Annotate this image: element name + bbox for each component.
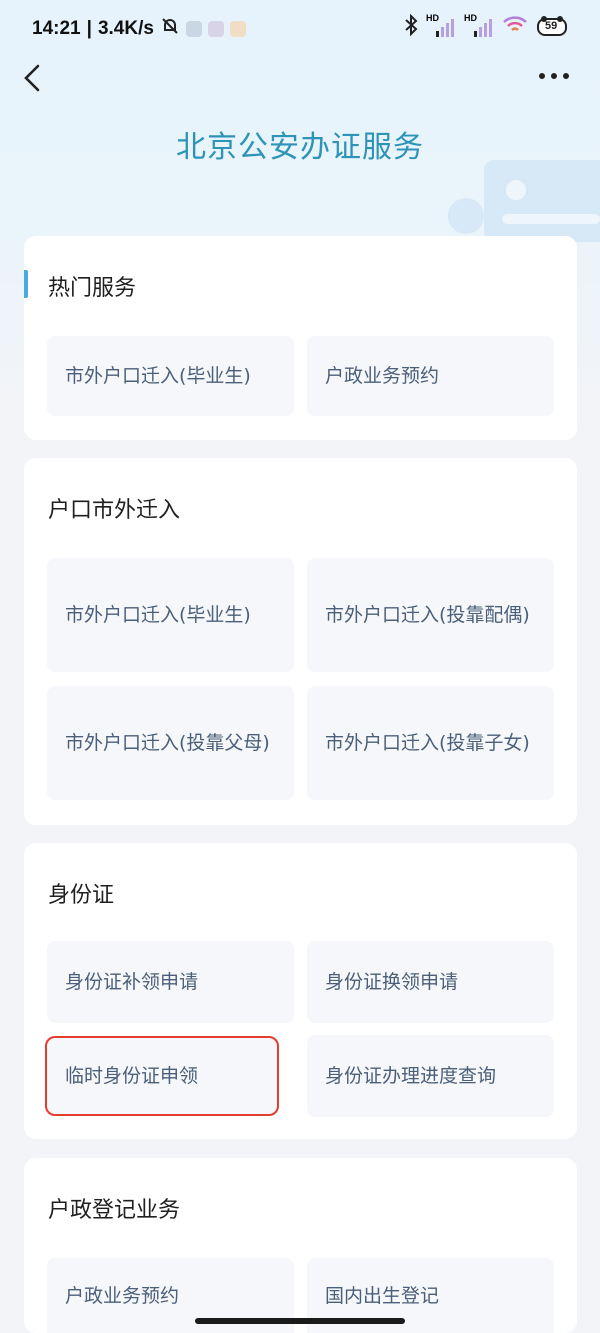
service-tile[interactable]: 户政业务预约 xyxy=(307,336,554,416)
nav-bar xyxy=(0,56,600,100)
signal-icon: HD xyxy=(464,13,494,39)
decor-card-illustration xyxy=(484,160,600,242)
status-divider: | xyxy=(86,18,92,39)
more-button[interactable] xyxy=(536,66,572,86)
hd-label: HD xyxy=(426,13,439,23)
service-tile[interactable]: 身份证换领申请 xyxy=(307,941,554,1023)
home-indicator[interactable] xyxy=(195,1318,405,1324)
decor-bar xyxy=(502,214,600,224)
service-tile[interactable]: 市外户口迁入(投靠配偶) xyxy=(307,558,554,672)
service-tile[interactable]: 身份证补领申请 xyxy=(47,941,294,1023)
wifi-icon xyxy=(502,14,528,40)
app-notification-icon xyxy=(229,21,246,37)
app-notification-icon xyxy=(185,21,202,37)
section-title: 身份证 xyxy=(48,883,115,908)
signal-icon: HD xyxy=(426,13,456,39)
decor-circle xyxy=(448,198,484,234)
card-hot-services: 热门服务 市外户口迁入(毕业生) 户政业务预约 xyxy=(24,236,577,440)
service-tile[interactable]: 市外户口迁入(毕业生) xyxy=(47,336,294,416)
card-id-card: 身份证 身份证补领申请 身份证换领申请 临时身份证申领 身份证办理进度查询 xyxy=(24,843,577,1139)
page-title: 北京公安办证服务 xyxy=(176,130,424,165)
section-title: 热门服务 xyxy=(48,276,137,301)
status-time: 14:21 xyxy=(32,18,81,39)
bluetooth-icon xyxy=(404,13,418,40)
hd-label: HD xyxy=(464,13,477,23)
card-household-registration: 户政登记业务 户政业务预约 国内出生登记 xyxy=(24,1158,577,1333)
service-tile[interactable]: 市外户口迁入(毕业生) xyxy=(47,558,294,672)
service-tile[interactable]: 市外户口迁入(投靠父母) xyxy=(47,686,294,800)
app-notification-icon xyxy=(207,21,224,37)
section-accent-bar xyxy=(24,270,28,298)
section-title: 户口市外迁入 xyxy=(48,498,181,523)
status-left: 14:21 | 3.4K/s xyxy=(32,16,246,42)
status-right: HD HD 59 xyxy=(404,13,570,40)
back-button[interactable] xyxy=(18,62,50,94)
decor-dot xyxy=(506,180,526,200)
network-speed: 3.4K/s xyxy=(97,18,154,39)
card-hukou: 户口市外迁入 市外户口迁入(毕业生) 市外户口迁入(投靠配偶) 市外户口迁入(投… xyxy=(24,458,577,825)
service-tile-highlighted[interactable]: 临时身份证申领 xyxy=(45,1036,279,1116)
service-tile[interactable]: 市外户口迁入(投靠子女) xyxy=(307,686,554,800)
back-arrow-icon xyxy=(24,64,40,92)
battery-level: 59 xyxy=(545,20,558,32)
service-tile[interactable]: 身份证办理进度查询 xyxy=(307,1035,554,1117)
section-title: 户政登记业务 xyxy=(48,1198,181,1223)
status-bar: 14:21 | 3.4K/s HD HD 59 xyxy=(0,0,600,56)
mute-icon xyxy=(160,16,180,42)
more-icon xyxy=(539,73,569,79)
battery-icon: 59 xyxy=(536,15,570,39)
